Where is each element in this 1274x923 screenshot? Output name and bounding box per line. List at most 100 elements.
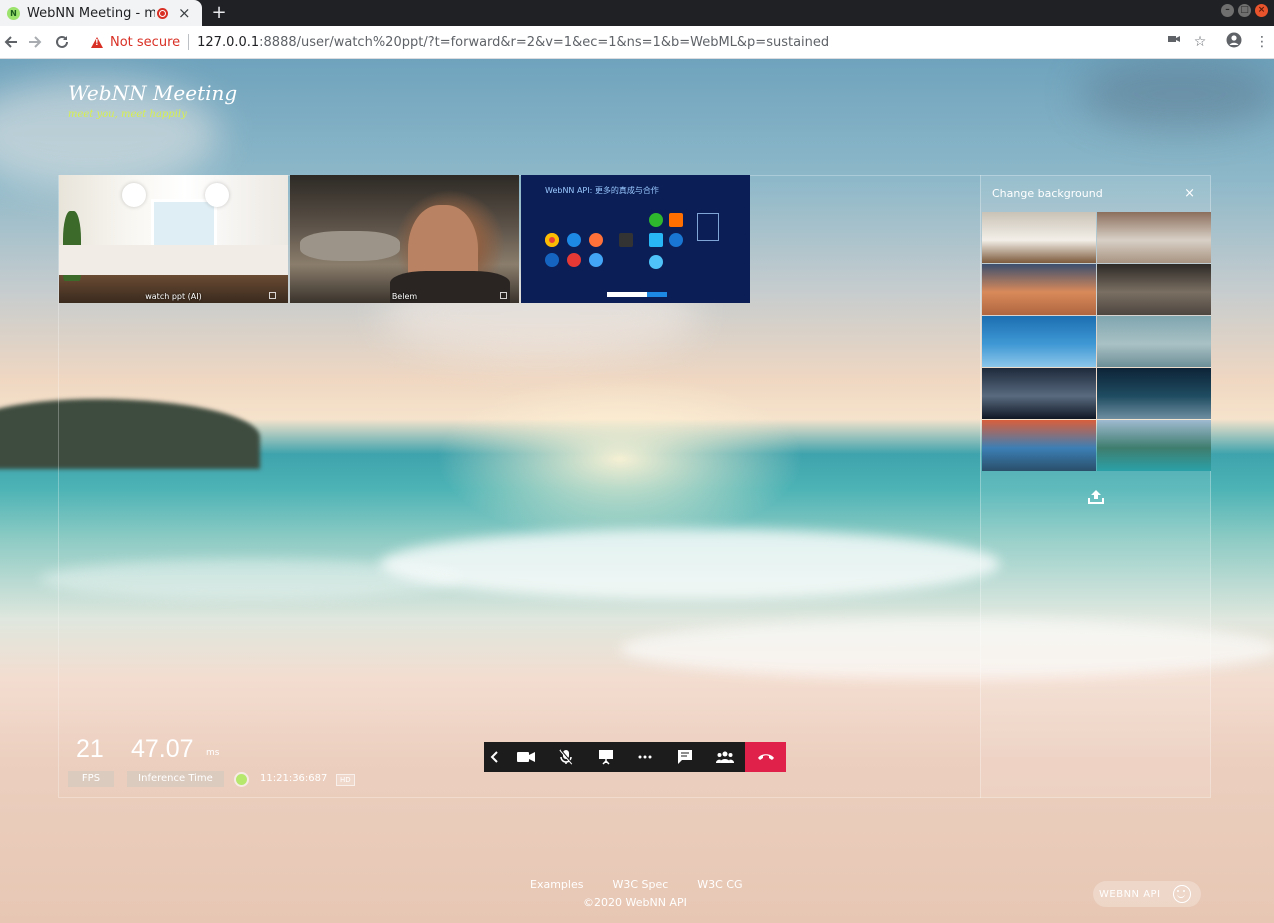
browser-toolbar: Not secure 127.0.0.1:8888/user/watch%20p… xyxy=(0,26,1274,59)
background-thumbnail-hangar[interactable] xyxy=(1097,264,1211,315)
video-tile-participant[interactable]: Belem xyxy=(290,175,519,303)
fullscreen-icon[interactable] xyxy=(500,292,507,299)
video-camera-icon xyxy=(516,752,535,762)
scene-counter xyxy=(59,245,288,275)
back-arrow-icon xyxy=(4,36,17,48)
video-label: Belem xyxy=(391,292,418,301)
background-thumbnail-blue-sky[interactable] xyxy=(982,316,1096,367)
background-thumbnail-kitchen[interactable] xyxy=(982,212,1096,263)
forward-button[interactable] xyxy=(24,31,46,53)
browser-menu-icon[interactable]: ⋮ xyxy=(1252,32,1272,52)
video-label: watch ppt (AI) xyxy=(145,292,202,301)
tab-close-icon[interactable]: × xyxy=(178,4,191,22)
minimize-window-button[interactable]: – xyxy=(1221,4,1234,17)
panel-header: Change background × xyxy=(981,175,1211,211)
bookmark-star-icon[interactable]: ☆ xyxy=(1190,32,1210,52)
footer-link-examples[interactable]: Examples xyxy=(530,878,583,891)
camera-in-use-icon[interactable] xyxy=(1164,32,1184,52)
ellipsis-icon xyxy=(638,755,652,759)
camera-button[interactable] xyxy=(506,742,546,772)
inference-time-label: Inference Time xyxy=(127,771,224,787)
background-thumbnail-galaxy[interactable] xyxy=(1097,368,1211,419)
webnn-api-badge[interactable]: WEBNN API xyxy=(1093,881,1201,907)
mute-microphone-button[interactable] xyxy=(546,742,586,772)
call-controls-bar xyxy=(484,742,787,772)
slide-progress-fill xyxy=(647,292,667,297)
maximize-window-button[interactable]: □ xyxy=(1238,4,1251,17)
more-options-button[interactable] xyxy=(626,742,666,772)
hd-badge: HD xyxy=(336,774,355,786)
smiley-icon xyxy=(1172,885,1191,903)
edge-logo-icon xyxy=(545,253,559,267)
video-tile-self[interactable]: watch ppt (AI) xyxy=(59,175,288,303)
copyright-text: ©2020 WebNN API xyxy=(583,896,687,909)
tensorflow-logo-icon xyxy=(669,213,683,227)
collapse-controls-button[interactable] xyxy=(484,742,506,772)
browser-tab[interactable]: N WebNN Meeting - mee × xyxy=(0,0,202,26)
chevron-left-icon xyxy=(490,751,498,763)
video-strip: watch ppt (AI) Belem WebNN API: 更多的真成与合作 xyxy=(59,175,750,303)
panel-title: Change background xyxy=(992,186,1103,200)
framework-logo-icon xyxy=(669,233,683,247)
app-title: WebNN Meeting xyxy=(68,81,238,105)
address-bar[interactable]: Not secure 127.0.0.1:8888/user/watch%20p… xyxy=(80,29,1220,55)
microphone-off-icon xyxy=(559,749,574,765)
profile-avatar-icon[interactable] xyxy=(1224,32,1244,52)
omnibox-divider xyxy=(188,34,190,50)
recording-indicator-icon xyxy=(157,7,168,19)
flutter-logo-icon xyxy=(649,233,663,247)
change-background-panel: Change background × xyxy=(980,175,1211,798)
framework-logo-icon xyxy=(649,213,663,227)
scene-spaceship xyxy=(300,231,400,261)
browser-tab-strip: N WebNN Meeting - mee × + – □ × xyxy=(0,0,1274,26)
chat-icon xyxy=(678,750,693,764)
firefox-logo-icon xyxy=(589,233,603,247)
tab-title: WebNN Meeting - mee xyxy=(27,5,155,21)
new-tab-button[interactable]: + xyxy=(208,2,230,24)
background-thumbnail-bookshelf[interactable] xyxy=(1097,212,1211,263)
background-thumbnail-mountain-lake[interactable] xyxy=(1097,420,1211,471)
security-status[interactable]: Not secure xyxy=(110,35,180,50)
footer-link-w3c-spec[interactable]: W3C Spec xyxy=(612,878,668,891)
close-panel-button[interactable]: × xyxy=(1184,186,1195,201)
forward-arrow-icon xyxy=(29,36,42,48)
fps-value: 21 xyxy=(76,735,104,763)
url-text[interactable]: 127.0.0.1:8888/user/watch%20ppt/?t=forwa… xyxy=(197,35,829,50)
present-screen-button[interactable] xyxy=(586,742,626,772)
timestamp: 11:21:36:687 xyxy=(260,773,328,784)
window-controls: – □ × xyxy=(1221,4,1268,17)
fps-label: FPS xyxy=(68,771,114,787)
background-thumbnail-canal-houses[interactable] xyxy=(982,420,1096,471)
back-button[interactable] xyxy=(0,31,22,53)
warning-icon xyxy=(91,36,103,48)
scene-lamp xyxy=(205,183,229,207)
app-favicon-icon: N xyxy=(7,6,20,20)
scene-window xyxy=(151,199,217,249)
chat-button[interactable] xyxy=(665,742,705,772)
background-thumbnail-sunset-pier[interactable] xyxy=(982,264,1096,315)
participants-icon xyxy=(716,751,735,763)
app-tagline: meet you, meet happily xyxy=(68,109,187,120)
reload-button[interactable] xyxy=(51,31,73,53)
background-thumbnails xyxy=(981,212,1211,471)
video-tile-screen-share[interactable]: WebNN API: 更多的真成与合作 xyxy=(521,175,750,303)
upload-icon[interactable] xyxy=(1087,489,1105,505)
footer-link-w3c-cg[interactable]: W3C CG xyxy=(697,878,742,891)
safari-logo-icon xyxy=(567,233,581,247)
close-window-button[interactable]: × xyxy=(1255,4,1268,17)
background-thumbnail-pebbles[interactable] xyxy=(1097,316,1211,367)
inference-time-value: 47.07 xyxy=(131,735,194,763)
participants-button[interactable] xyxy=(705,742,745,772)
brand: WebNN Meeting meet you, meet happily xyxy=(68,81,237,120)
framework-logo-icon xyxy=(649,255,663,269)
reload-icon xyxy=(56,35,68,48)
fullscreen-icon[interactable] xyxy=(269,292,276,299)
inference-unit: ms xyxy=(206,748,220,758)
framework-logo-icon xyxy=(619,233,633,247)
slide-title: WebNN API: 更多的真成与合作 xyxy=(545,186,659,195)
scene-lamp xyxy=(122,183,146,207)
hang-up-button[interactable] xyxy=(745,742,787,772)
background-thumbnail-office[interactable] xyxy=(982,368,1096,419)
phone-hang-up-icon xyxy=(757,754,774,760)
meeting-page: WebNN Meeting meet you, meet happily wat… xyxy=(0,59,1274,923)
